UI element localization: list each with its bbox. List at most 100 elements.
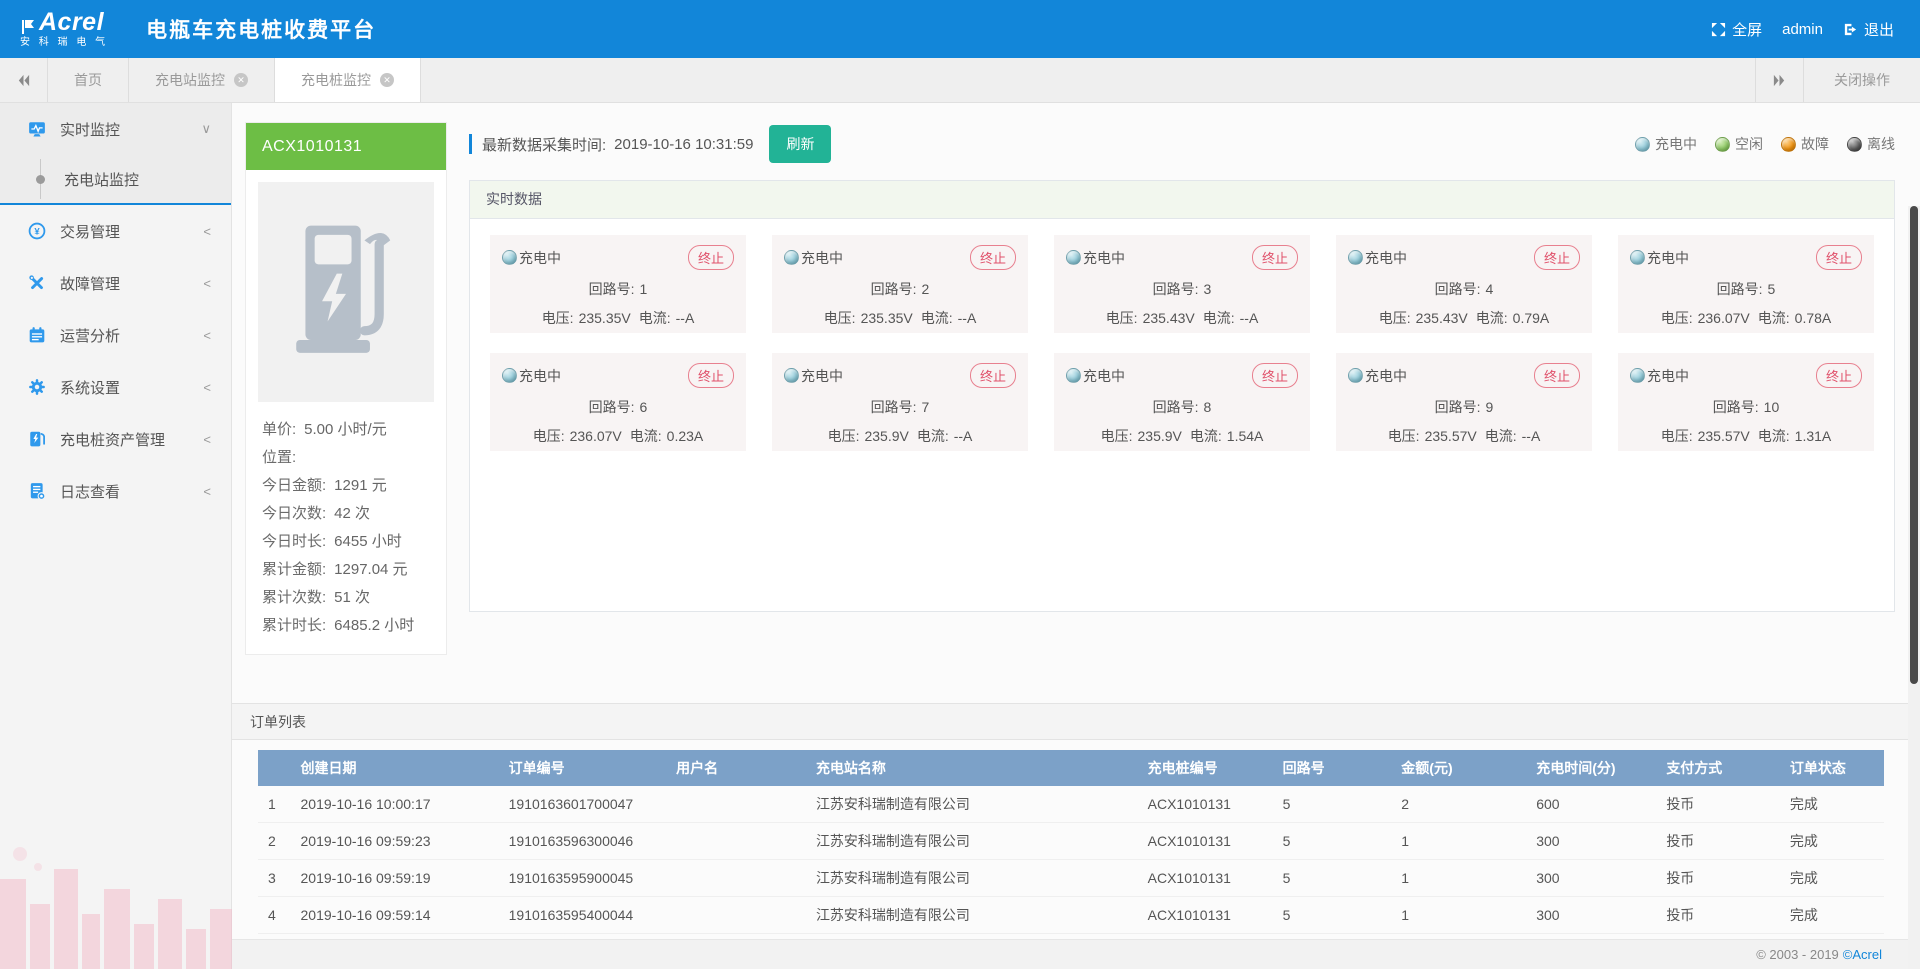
cell-status: 完成 — [1780, 786, 1884, 823]
stop-button[interactable]: 终止 — [688, 245, 734, 270]
collect-time-label: 最新数据采集时间: — [482, 134, 606, 155]
tabs-scroll-right-button[interactable] — [1755, 58, 1803, 102]
refresh-button[interactable]: 刷新 — [769, 125, 831, 163]
circuit-number: 3 — [1204, 281, 1212, 297]
cell-user — [666, 823, 806, 860]
main-content: ACX1010131 单价:5.00 小时/元 位置: 今日金额:1291 元 — [232, 103, 1920, 969]
stop-button[interactable]: 终止 — [1534, 245, 1580, 270]
cell-order-no: 1910163595900045 — [499, 860, 666, 897]
voltage-value: 236.07V — [570, 428, 622, 444]
table-header-row: 创建日期 订单编号 用户名 充电站名称 充电桩编号 回路号 金额(元) 充电时间… — [258, 750, 1884, 786]
stop-button[interactable]: 终止 — [970, 363, 1016, 388]
sidebar-item-log-view[interactable]: 日志查看 < — [0, 465, 231, 517]
stop-button[interactable]: 终止 — [688, 363, 734, 388]
cell-status: 完成 — [1780, 823, 1884, 860]
cell-pay: 投币 — [1656, 897, 1780, 934]
charging-status-icon — [1348, 368, 1363, 383]
cell-order-no: 1910163601700047 — [499, 786, 666, 823]
circuit-number: 7 — [922, 399, 930, 415]
tab-label: 充电桩监控 — [301, 70, 371, 90]
current-value: --A — [1522, 428, 1541, 444]
voltage-value: 235.57V — [1425, 428, 1477, 444]
pile-image-box — [258, 182, 434, 402]
svg-text:¥: ¥ — [34, 227, 40, 238]
circuit-cards-grid: 充电中终止 回路号:1 电压:235.35V电流:--A 充电中终止 回路号:2… — [490, 235, 1874, 451]
logo-subtext: 安 科 瑞 电 气 — [20, 38, 108, 48]
charging-status-icon — [784, 250, 799, 265]
scrollbar-thumb[interactable] — [1910, 206, 1918, 684]
tab-close-icon[interactable]: ✕ — [234, 73, 248, 87]
cell-order-no: 1910163595400044 — [499, 897, 666, 934]
table-row[interactable]: 1 2019-10-16 10:00:17 1910163601700047 江… — [258, 786, 1884, 823]
order-table: 创建日期 订单编号 用户名 充电站名称 充电桩编号 回路号 金额(元) 充电时间… — [258, 750, 1884, 969]
cell-user — [666, 786, 806, 823]
pile-id: ACX1010131 — [246, 123, 446, 170]
sidebar-item-transactions[interactable]: ¥ 交易管理 < — [0, 205, 231, 257]
stop-button[interactable]: 终止 — [1534, 363, 1580, 388]
row-index: 1 — [258, 786, 291, 823]
stop-button[interactable]: 终止 — [1252, 363, 1298, 388]
tab-pile-monitor[interactable]: 充电桩监控 ✕ — [275, 58, 421, 102]
table-row[interactable]: 3 2019-10-16 09:59:19 1910163595900045 江… — [258, 860, 1884, 897]
sidebar-item-operation-analysis[interactable]: 运营分析 < — [0, 309, 231, 361]
realtime-panel-title: 实时数据 — [470, 181, 1894, 219]
col-index — [258, 750, 291, 786]
voltage-value: 235.9V — [1138, 428, 1182, 444]
logout-button[interactable]: 退出 — [1843, 19, 1894, 40]
sidebar-item-pile-assets[interactable]: 充电桩资产管理 < — [0, 413, 231, 465]
sidebar: 实时监控 ∨ 充电站监控 ¥ 交易管理 < 故障管理 < 运营分析 < 系统设置… — [0, 103, 232, 969]
charging-status-icon — [1066, 368, 1081, 383]
legend-charging: 充电中 — [1635, 134, 1697, 154]
tab-close-icon[interactable]: ✕ — [380, 73, 394, 87]
charging-status-icon — [1630, 368, 1645, 383]
current-value: 0.23A — [667, 428, 704, 444]
charging-status-icon — [1066, 250, 1081, 265]
circuit-number: 6 — [640, 399, 648, 415]
tab-home[interactable]: 首页 — [48, 58, 129, 102]
sidebar-item-realtime-monitor[interactable]: 实时监控 ∨ — [0, 103, 231, 155]
logo-flag-icon — [20, 19, 36, 35]
voltage-value: 235.35V — [861, 310, 913, 326]
cityscape-decoration — [0, 809, 232, 969]
sidebar-item-label: 交易管理 — [60, 221, 120, 242]
legend-fault: 故障 — [1781, 134, 1829, 154]
acrel-footer-link[interactable]: ©Acrel — [1843, 947, 1882, 962]
footer: © 2003 - 2019 ©Acrel — [232, 939, 1920, 969]
chevron-left-icon: < — [203, 224, 211, 239]
username[interactable]: admin — [1782, 21, 1823, 38]
circuit-card-9: 充电中终止 回路号:9 电压:235.57V电流:--A — [1336, 353, 1592, 451]
charging-status-icon — [1635, 137, 1650, 152]
stat-total-duration: 累计时长:6485.2 小时 — [262, 612, 432, 640]
circuit-card-10: 充电中终止 回路号:10 电压:235.57V电流:1.31A — [1618, 353, 1874, 451]
stat-today-duration: 今日时长:6455 小时 — [262, 528, 432, 556]
circuit-number: 5 — [1768, 281, 1776, 297]
table-row[interactable]: 4 2019-10-16 09:59:14 1910163595400044 江… — [258, 897, 1884, 934]
close-operations-button[interactable]: 关闭操作 — [1803, 58, 1920, 102]
sidebar-item-faults[interactable]: 故障管理 < — [0, 257, 231, 309]
vertical-scrollbar[interactable] — [1908, 206, 1920, 969]
col-order-no: 订单编号 — [499, 750, 666, 786]
cell-amount: 1 — [1391, 860, 1526, 897]
cell-circuit: 5 — [1273, 897, 1392, 934]
sidebar-item-system-settings[interactable]: 系统设置 < — [0, 361, 231, 413]
cell-date: 2019-10-16 09:59:23 — [291, 823, 499, 860]
stop-button[interactable]: 终止 — [1816, 363, 1862, 388]
sidebar-item-label: 日志查看 — [60, 481, 120, 502]
chevron-left-icon: < — [203, 380, 211, 395]
stop-button[interactable]: 终止 — [970, 245, 1016, 270]
sidebar-item-station-monitor[interactable]: 充电站监控 — [0, 155, 231, 203]
col-charge-minutes: 充电时间(分) — [1526, 750, 1656, 786]
cell-status: 完成 — [1780, 897, 1884, 934]
stop-button[interactable]: 终止 — [1252, 245, 1298, 270]
tree-dot-icon — [36, 175, 45, 184]
fullscreen-button[interactable]: 全屏 — [1711, 19, 1762, 40]
stop-button[interactable]: 终止 — [1816, 245, 1862, 270]
stat-total-count: 累计次数:51 次 — [262, 584, 432, 612]
charging-status-icon — [784, 368, 799, 383]
order-list-title: 订单列表 — [232, 703, 1920, 740]
cell-station: 江苏安科瑞制造有限公司 — [806, 897, 1138, 934]
chevron-left-icon: < — [203, 484, 211, 499]
tab-station-monitor[interactable]: 充电站监控 ✕ — [129, 58, 275, 102]
tabs-scroll-left-button[interactable] — [0, 58, 48, 102]
table-row[interactable]: 2 2019-10-16 09:59:23 1910163596300046 江… — [258, 823, 1884, 860]
